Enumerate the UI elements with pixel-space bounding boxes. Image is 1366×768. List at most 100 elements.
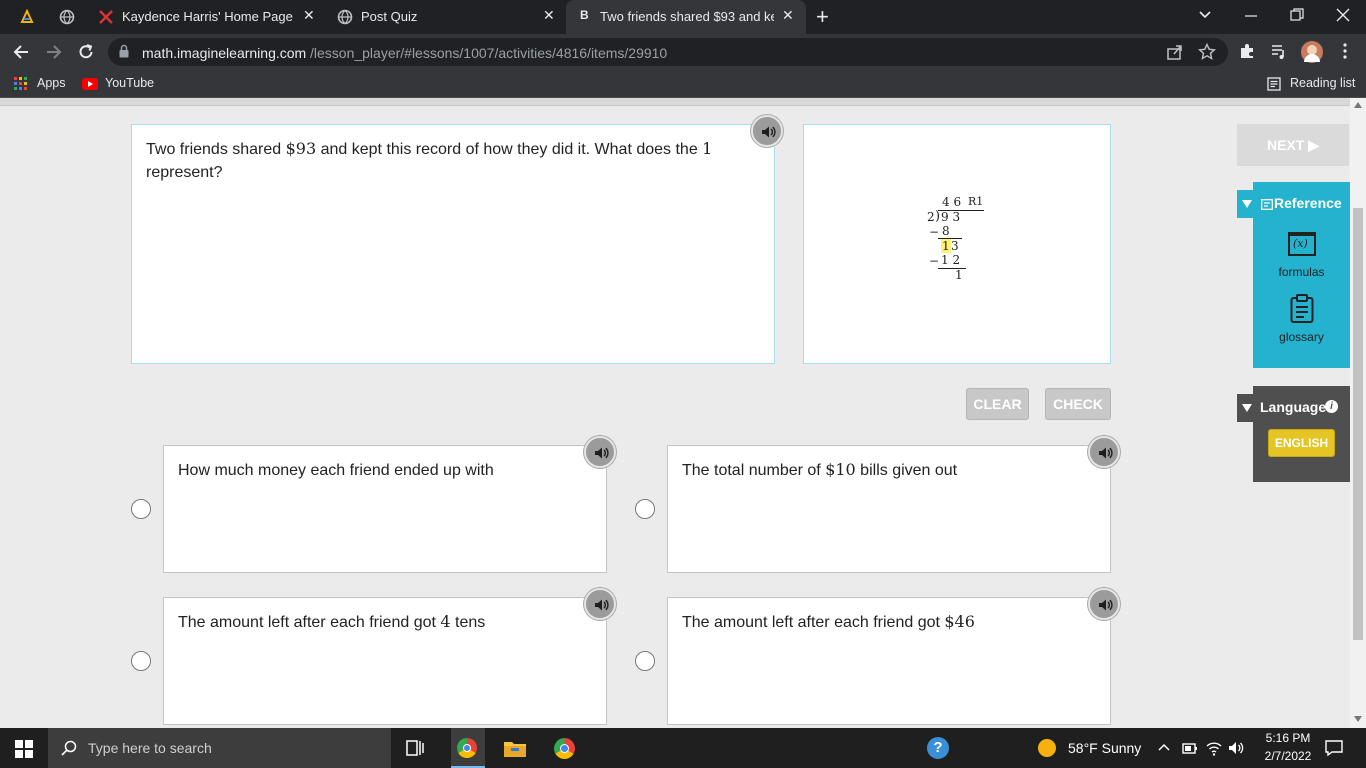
scroll-down-icon[interactable] xyxy=(1354,716,1362,722)
volume-icon[interactable] xyxy=(1228,740,1244,756)
choice-card-2[interactable]: The total number of $10 bills given out xyxy=(667,445,1111,573)
weather-sun-icon[interactable] xyxy=(1038,739,1056,757)
dividend: 9 3 xyxy=(941,210,961,224)
app-logo-icon[interactable] xyxy=(19,9,35,25)
windows-taskbar: Type here to search ? 58°F Sunny 5:16 PM… xyxy=(0,728,1366,768)
choice-text-1: How much money each friend ended up with xyxy=(178,462,494,479)
share-icon[interactable] xyxy=(1166,43,1184,61)
brainly-icon: B xyxy=(580,8,589,22)
new-tab-button[interactable]: + xyxy=(816,4,829,30)
tab-current-question[interactable]: B Two friends shared $93 and kept ✕ xyxy=(566,0,806,34)
reading-list-icon[interactable] xyxy=(1267,77,1281,91)
chrome-icon xyxy=(457,738,477,758)
reload-icon[interactable] xyxy=(77,43,95,61)
back-icon[interactable] xyxy=(12,43,30,61)
windows-start-icon[interactable] xyxy=(15,740,33,758)
choice-4-audio-button[interactable] xyxy=(1088,588,1120,620)
task-view-icon[interactable] xyxy=(406,740,424,756)
question-panel: Two friends shared $93 and kept this rec… xyxy=(131,124,775,364)
quotient: 4 6 xyxy=(942,195,962,209)
extensions-icon[interactable] xyxy=(1238,42,1256,60)
wifi-icon[interactable] xyxy=(1206,740,1222,756)
bookmark-apps[interactable]: Apps xyxy=(37,76,66,90)
tab-title: Two friends shared $93 and kept xyxy=(600,9,774,24)
tab-post-quiz[interactable]: Post Quiz ✕ xyxy=(327,0,567,34)
weather-text[interactable]: 58°F Sunny xyxy=(1068,740,1141,756)
speaker-icon xyxy=(1099,599,1113,611)
speaker-icon xyxy=(595,599,609,611)
speaker-icon xyxy=(595,447,609,459)
scroll-thumb[interactable] xyxy=(1353,208,1363,640)
choice-card-4[interactable]: The amount left after each friend got $4… xyxy=(667,597,1111,725)
tab-home-page[interactable]: Kaydence Harris' Home Page ✕ xyxy=(86,0,326,34)
taskbar-chrome-profile[interactable] xyxy=(451,728,485,768)
lock-icon[interactable] xyxy=(119,44,129,58)
choice-1-audio-button[interactable] xyxy=(584,436,616,468)
highlighted-one: 1 xyxy=(941,239,951,253)
youtube-icon[interactable] xyxy=(82,78,98,90)
taskbar-search-placeholder: Type here to search xyxy=(88,740,212,756)
english-language-button[interactable]: ENGLISH xyxy=(1268,429,1335,457)
division-figure-panel: 4 6 R1 2 ) 9 3 − 8 1 3 − 1 2 1 xyxy=(803,124,1111,364)
language-header[interactable]: Language i xyxy=(1237,394,1350,422)
formulas-label[interactable]: formulas xyxy=(1253,265,1350,279)
choice-card-1[interactable]: How much money each friend ended up with xyxy=(163,445,607,573)
bookmark-star-icon[interactable] xyxy=(1198,43,1216,61)
restore-icon[interactable] xyxy=(1290,8,1304,22)
glossary-clipboard-icon[interactable] xyxy=(1290,294,1314,324)
apps-grid-icon[interactable] xyxy=(14,77,28,91)
check-button[interactable]: CHECK xyxy=(1045,388,1111,420)
taskbar-search[interactable]: Type here to search xyxy=(48,728,391,768)
remainder-label: R1 xyxy=(968,195,984,208)
battery-icon[interactable] xyxy=(1182,741,1198,755)
tab-search-icon[interactable] xyxy=(1198,10,1212,20)
question-audio-button[interactable] xyxy=(751,115,783,147)
file-explorer-icon[interactable] xyxy=(503,739,527,758)
next-button[interactable]: NEXT ▶ xyxy=(1237,124,1349,166)
forward-icon[interactable] xyxy=(45,43,63,61)
bookmark-youtube[interactable]: YouTube xyxy=(105,76,154,90)
choice-text-2: The total number of $10 bills given out xyxy=(682,460,958,479)
choice-2-audio-button[interactable] xyxy=(1088,436,1120,468)
choice-card-3[interactable]: The amount left after each friend got 4 … xyxy=(163,597,607,725)
tab-close-icon[interactable]: ✕ xyxy=(782,7,794,24)
minimize-icon[interactable] xyxy=(1244,14,1258,18)
choice-3-audio-button[interactable] xyxy=(584,588,616,620)
close-window-icon[interactable] xyxy=(1336,8,1350,22)
browser-toolbar: math.imaginelearning.com /lesson_player/… xyxy=(0,34,1366,70)
globe-icon[interactable] xyxy=(59,9,75,25)
profile-avatar[interactable] xyxy=(1301,41,1323,63)
choice-radio-3[interactable] xyxy=(131,651,151,671)
choice-radio-1[interactable] xyxy=(131,499,151,519)
question-digit: 1 xyxy=(702,139,713,158)
tray-chevron-up-icon[interactable] xyxy=(1158,743,1170,751)
media-control-icon[interactable] xyxy=(1270,42,1288,60)
reference-header[interactable]: Reference xyxy=(1237,190,1350,218)
url-host: math.imaginelearning.com xyxy=(142,45,307,61)
choice-radio-4[interactable] xyxy=(635,651,655,671)
page-header-edge xyxy=(0,98,1350,106)
clock-date[interactable]: 2/7/2022 xyxy=(1260,749,1316,763)
tab-title: Kaydence Harris' Home Page xyxy=(122,9,293,24)
choice-text-3: The amount left after each friend got 4 … xyxy=(178,612,486,631)
bookmark-reading-list[interactable]: Reading list xyxy=(1290,76,1355,90)
formulas-icon[interactable]: (x) xyxy=(1288,232,1316,256)
glossary-label[interactable]: glossary xyxy=(1253,330,1350,344)
page-scrollbar[interactable] xyxy=(1350,98,1366,728)
subtract-8: 8 xyxy=(942,224,950,238)
tab-close-icon[interactable]: ✕ xyxy=(543,7,555,24)
address-bar[interactable]: math.imaginelearning.com /lesson_player/… xyxy=(108,38,1228,66)
chrome-taskbar-icon[interactable] xyxy=(554,738,575,759)
help-icon[interactable]: ? xyxy=(927,737,949,759)
reference-title: Reference xyxy=(1274,195,1342,211)
clock-time[interactable]: 5:16 PM xyxy=(1260,731,1316,745)
collapse-triangle-icon xyxy=(1242,200,1252,208)
info-icon[interactable]: i xyxy=(1325,400,1338,413)
more-menu-icon[interactable] xyxy=(1336,42,1354,60)
notifications-icon[interactable] xyxy=(1325,740,1343,756)
clear-button[interactable]: CLEAR xyxy=(966,388,1029,420)
choice-radio-2[interactable] xyxy=(635,499,655,519)
scroll-up-icon[interactable] xyxy=(1354,102,1362,108)
tab-close-icon[interactable]: ✕ xyxy=(303,7,315,24)
book-icon xyxy=(1261,199,1273,210)
